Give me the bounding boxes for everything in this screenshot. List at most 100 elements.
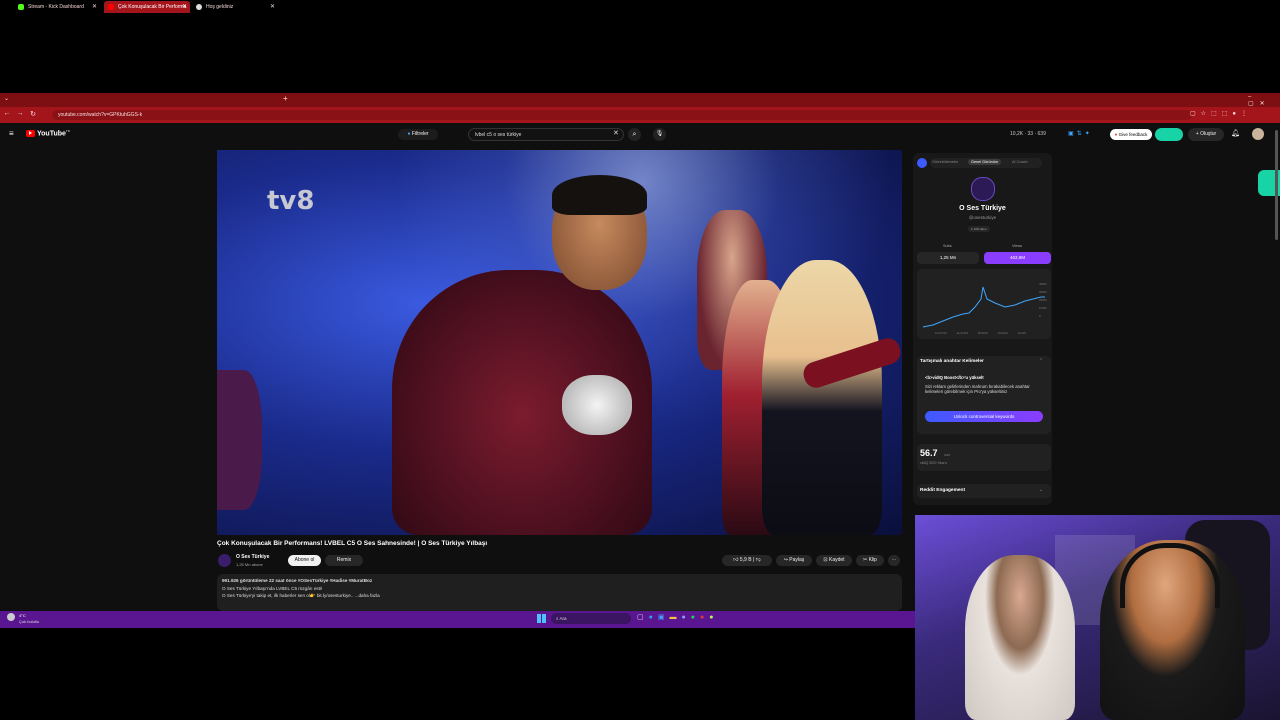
filter-icon: ● [407,131,411,137]
description-line-1: O Ses Türkiye Yılbaşı'nda LVBEL C5 rüzgâ… [222,585,323,591]
tab-label: Stream - Kick Dashboard [28,4,84,10]
subs-value-box: 1,25 Mn [917,252,979,264]
tab-views[interactable]: Görüntülemeler [932,160,958,164]
extensions-icons[interactable]: ▢☆⬚⬚●⋮ [1190,110,1252,117]
tab-menu-icon[interactable]: ⌄ [4,95,9,102]
controversial-text: Sizi reklam gelirlerinden mahrum bırakab… [925,384,1030,394]
close-tab-icon[interactable]: ✕ [92,1,97,13]
reddit-engagement-card[interactable]: Reddit Engagement ⌄ [917,484,1051,498]
youtube-play-icon [26,129,35,137]
logo-text: YouTube [37,130,66,138]
y-tick: 100M [1039,306,1047,310]
clip-button[interactable]: ✂ Klip [856,555,884,566]
clip-label: Klip [868,557,877,563]
controversial-badge: <b>vidIQ Boost</b>'u yükselt [925,375,984,380]
like-button[interactable]: 👍︎ 5,9 B | 👎︎ [722,555,772,566]
back-icon[interactable]: ← [2,110,12,117]
remix-button[interactable]: Remix [325,555,363,566]
app-icon[interactable]: ● [709,614,718,621]
share-icon: ↪ [783,557,788,563]
give-feedback-label: Give feedback [1118,132,1148,137]
close-tab-icon[interactable]: ✕ [270,1,275,13]
x-tick: 4/22/24 [997,331,1008,335]
clear-search-icon[interactable]: ✕ [613,129,619,137]
like-count: 5,9 B [739,557,752,563]
views-chart: 12/27/23 11/12/23 8/19/23 4/22/24 1/1/25… [917,269,1051,339]
seo-label: vidIQ SEO Skoru [920,461,947,465]
tab-kick-dashboard[interactable]: Stream - Kick Dashboard ✕ [14,1,100,13]
more-actions-button[interactable]: ⋯ [888,555,900,566]
edge-icon[interactable]: ● [649,614,658,621]
collapse-icon[interactable]: ⌃ [1039,358,1043,364]
chrome-icon[interactable]: ● [700,614,709,621]
video-player[interactable]: tv8 [217,150,902,535]
expand-icon: ⌄ [1039,487,1044,493]
left-dancer [217,370,262,510]
x-tick: 11/12/23 [956,331,968,335]
taskbar-search[interactable]: ⌕ Ara [551,613,631,624]
forward-icon[interactable]: → [15,110,25,117]
reddit-label: Reddit Engagement [920,488,966,493]
microphone-icon[interactable]: 🎙 [653,128,666,141]
windows-start-icon[interactable] [537,614,546,623]
notifications-bell-icon[interactable]: 🔔︎ [1231,129,1240,137]
vidiq-tabs: Görüntülemeler Genel Görünüm AI Coach [930,158,1042,168]
unlock-keywords-button[interactable]: Unlock controversial keywords [925,411,1043,422]
chart-x-labels: 12/27/23 11/12/23 8/19/23 4/22/24 1/1/25 [935,331,1026,335]
vidiq-header-icons[interactable]: ▣⇅✦ [1068,130,1093,137]
background-dancer-3 [762,260,882,535]
search-value: lvbel c5 o ses türkiye [475,132,522,138]
controversial-keywords-card: Tartışmalı anahtar Kelimeler ⌃ <b>vidIQ … [917,356,1051,434]
hamburger-menu-icon[interactable]: ≡ [9,129,14,138]
x-tick: 1/1/25 [1017,331,1026,335]
spotify-icon[interactable]: ● [691,614,700,621]
explorer-icon[interactable]: ▬ [669,614,681,621]
vidiq-header-stats: 10,2K · 33 · 639 [1010,131,1046,137]
scissors-icon: ✂ [863,557,868,563]
views-value-box[interactable]: 463,9M [984,252,1051,264]
url-text: youtube.com/watch?v=GPKtuhGGS-k [58,112,143,118]
weather-text: Çok bulutlu [19,619,40,624]
share-label: Paylaş [789,557,805,563]
video-title: Çok Konuşulacak Bir Performans! LVBEL C5… [217,540,488,547]
new-tab-button[interactable]: + [283,94,288,103]
views-label: Views [1012,244,1023,248]
vidiq-toggle-button[interactable] [1155,128,1183,141]
tab-welcome[interactable]: Hoş geldiniz ✕ [192,1,278,13]
taskbar-app-icons[interactable]: ▢●▣▬●●●● [637,613,718,621]
thumbs-up-icon: 👍︎ [733,557,739,563]
search-input[interactable]: lvbel c5 o ses türkiye [468,128,624,141]
channel-name[interactable]: O Ses Türkiye [236,554,269,560]
subs-value: 1,25 Mn [939,255,957,260]
discord-icon[interactable]: ● [681,614,690,621]
subscribe-button[interactable]: Abone ol [288,555,321,566]
url-field[interactable]: youtube.com/watch?v=GPKtuhGGS-k [52,110,1192,120]
filters-button[interactable]: ● Filtreler [398,129,438,140]
create-button[interactable]: + Oluştur [1188,128,1224,141]
channel-avatar-large [971,177,995,201]
tab-overview[interactable]: Genel Görünüm [968,159,1002,165]
feedback-icon: ● [1114,132,1118,137]
youtube-logo[interactable]: YouTubeTR [26,129,70,137]
store-icon[interactable]: ▣ [658,614,670,621]
task-view-icon[interactable]: ▢ [637,614,649,621]
seo-score-card: 56.7 /100 vidIQ SEO Skoru [917,444,1051,471]
channel-avatar[interactable] [218,554,231,567]
vidiq-panel: Görüntülemeler Genel Görünüm AI Coach O … [913,153,1052,505]
share-button[interactable]: ↪ Paylaş [776,555,812,566]
give-feedback-button[interactable]: ● Give feedback [1110,129,1152,140]
tab-youtube-video[interactable]: Çok Konuşulacak Bir Performa ✕ [104,1,190,13]
save-button[interactable]: ⊡ Kaydet [816,555,852,566]
filters-label: Filtreler [411,131,429,137]
panel-channel-handle: @osesturkiye [968,215,997,220]
video-description[interactable]: 991.926 görüntüleme 22 saat önce #OSesTü… [217,574,902,611]
search-icon[interactable]: ⌕ [628,128,641,141]
reload-icon[interactable]: ↻ [28,110,38,118]
window-controls[interactable]: –▢✕ [1248,94,1280,107]
close-tab-icon[interactable]: ✕ [182,1,187,13]
page-scrollbar[interactable] [1275,130,1278,240]
weather-temp: 4°C [19,613,26,618]
chart-y-labels: 400M 300M 200M 100M 0 [1039,280,1051,320]
tab-ai-coach[interactable]: AI Coach [1012,160,1028,164]
avatar[interactable] [1252,128,1264,140]
